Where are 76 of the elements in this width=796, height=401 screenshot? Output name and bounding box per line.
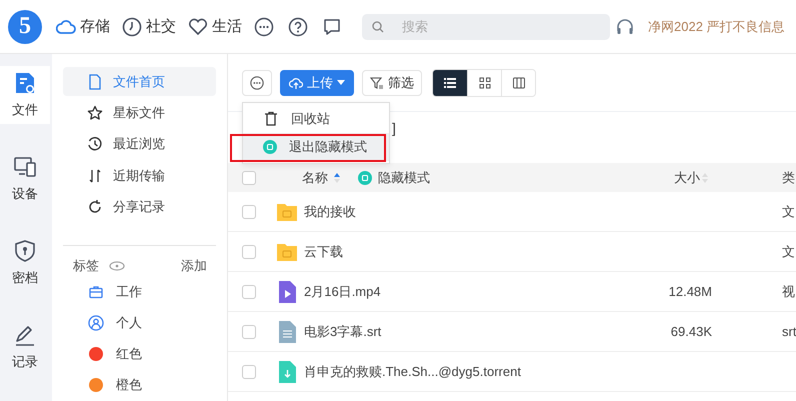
file-type: 文 [782, 244, 795, 258]
more-icon[interactable] [254, 16, 274, 36]
sort-icon[interactable] [334, 172, 340, 184]
file-name[interactable]: 2月16日.mp4 [304, 282, 381, 300]
column-header[interactable]: 类 [782, 168, 796, 186]
logo: 5 [8, 10, 42, 44]
filter-icon [370, 76, 384, 90]
file-icon [13, 71, 37, 95]
caret-icon [337, 80, 345, 85]
sidebar-item[interactable]: 文件首页 [63, 67, 216, 96]
file-type: srt [782, 324, 796, 339]
file-name[interactable]: 肖申克的救赎.The.Sh...@dyg5.torrent [304, 362, 521, 380]
download-file-icon [276, 360, 298, 384]
video-file-icon [276, 280, 298, 304]
column-header[interactable]: 大小 [674, 168, 700, 186]
clock-icon [122, 16, 142, 36]
columns-icon [512, 76, 526, 90]
add-link[interactable]: 添加 [181, 257, 216, 276]
pencil-icon [13, 323, 37, 347]
sidebar-item[interactable]: 近期传输 [63, 160, 216, 190]
list-icon [443, 76, 457, 90]
filter-button[interactable]: 筛选 [362, 70, 422, 96]
column-header[interactable]: 隐藏模式 [378, 168, 430, 186]
nav-tab[interactable]: 社交 [122, 16, 176, 36]
checkbox[interactable] [242, 244, 256, 258]
tag-item[interactable]: 红色 [63, 338, 216, 370]
upload-button[interactable]: 上传 [280, 70, 354, 96]
menu-item[interactable]: 回收站 [243, 105, 389, 133]
history-icon [87, 136, 103, 152]
headset-icon[interactable] [616, 18, 634, 36]
rail-item[interactable]: 密档 [0, 234, 50, 292]
help-icon[interactable] [288, 16, 308, 36]
file-size: 69.43K [670, 324, 712, 339]
checkbox[interactable] [242, 170, 256, 184]
tag-item[interactable]: 个人 [63, 307, 216, 338]
sidebar-item[interactable]: 分享记录 [63, 192, 216, 222]
file-name[interactable]: 云下载 [304, 242, 343, 260]
file-name[interactable]: 我的接收 [304, 202, 356, 220]
tag-item[interactable]: 工作 [63, 276, 216, 308]
sidebar-item[interactable]: 最近浏览 [63, 130, 216, 159]
more-icon [250, 74, 264, 90]
page-icon [87, 74, 103, 90]
file-type: 视 [782, 284, 795, 298]
cloud-icon [56, 18, 76, 34]
trash-icon [263, 111, 279, 127]
text-file-icon [276, 320, 298, 344]
checkbox[interactable] [242, 324, 256, 338]
share-icon [87, 198, 103, 215]
file-size: 12.48M [668, 284, 712, 299]
grid-icon [478, 76, 492, 90]
file-type: 文 [782, 204, 795, 218]
eye-icon[interactable] [109, 261, 125, 272]
upload-icon [289, 76, 303, 90]
checkbox[interactable] [242, 284, 256, 298]
nav-tab[interactable]: 生活 [188, 17, 242, 36]
column-header[interactable]: 名称 [302, 168, 328, 186]
nav-tab[interactable]: 存储 [56, 17, 110, 36]
star-icon [87, 104, 103, 121]
list-view-button[interactable] [433, 70, 467, 96]
search-field[interactable]: 搜索 [362, 14, 610, 40]
rail-item[interactable]: 文件 [0, 66, 50, 124]
sidebar-item[interactable]: 星标文件 [63, 98, 216, 128]
checkbox[interactable] [242, 364, 256, 378]
heart-icon [188, 18, 208, 36]
transfer-icon [87, 168, 103, 184]
more-button[interactable] [242, 70, 272, 96]
file-name[interactable]: 电影3字幕.srt [304, 322, 382, 340]
rail-item[interactable]: 设备 [0, 150, 50, 208]
breadcrumb-text: ] [392, 120, 396, 136]
chat-icon[interactable] [322, 16, 342, 36]
checkbox[interactable] [242, 204, 256, 218]
columns-view-button[interactable] [501, 70, 535, 96]
device-icon [13, 155, 37, 179]
tag-item[interactable]: 橙色 [63, 370, 216, 401]
rail-item[interactable]: 记录 [0, 318, 50, 376]
section-title: 标签 [73, 257, 99, 276]
